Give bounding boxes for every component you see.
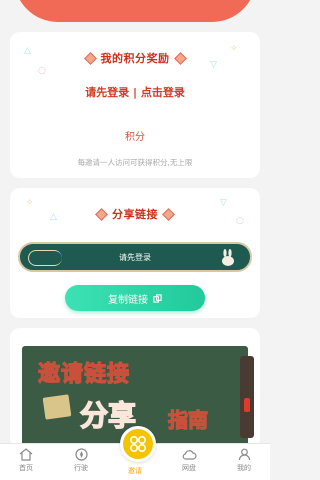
guide-heading: 邀请链接 <box>37 361 131 387</box>
copy-link-button[interactable]: 复制链接 <box>65 285 205 311</box>
login-prompt-text: 请先登录 <box>85 86 130 99</box>
tab-home-label: 首页 <box>19 464 33 472</box>
tab-mine-label: 我的 <box>237 464 251 472</box>
tab-home[interactable]: 首页 <box>6 448 46 473</box>
share-title: 分享链接 <box>10 206 260 222</box>
copy-link-label: 复制链接 <box>108 294 148 306</box>
tab-invite[interactable]: 邀请 <box>115 466 155 476</box>
diamond-icon <box>173 51 187 65</box>
bookmark-icon <box>244 398 250 412</box>
megaphone-icon <box>42 394 72 420</box>
cloud-icon <box>182 450 197 460</box>
copy-icon <box>153 293 162 303</box>
guide-guide-text: 指南 <box>167 407 208 432</box>
share-link-banner[interactable]: 请先登录 <box>18 242 252 272</box>
diamond-icon <box>162 207 175 221</box>
rewards-title: 我的积分奖励 <box>10 50 260 66</box>
points-hint: 每邀请一人访问可获得积分,无上限 <box>77 158 193 167</box>
book-spine <box>240 356 254 438</box>
invite-icon <box>130 436 147 453</box>
tab-invite-label: 邀请 <box>128 467 142 475</box>
share-card: ✧ △ ▽ ○ 分享链接 请先登录 复制链接 <box>10 188 260 318</box>
bottom-tab-bar: 首页 行驶 邀请 网盘 我的 <box>0 426 270 480</box>
login-separator: | <box>129 86 141 99</box>
tab-cloud-label: 网盘 <box>182 464 196 472</box>
login-prompt: 请先登录 | 点击登录 <box>10 84 260 100</box>
points-label: 积分 <box>125 132 145 143</box>
tab-drive-label: 行驶 <box>74 464 88 472</box>
header-arc <box>0 0 270 24</box>
rabbit-icon <box>222 249 234 266</box>
cloud-wave-icon <box>28 250 62 266</box>
tab-cloud[interactable]: 网盘 <box>169 448 209 473</box>
tab-mine[interactable]: 我的 <box>224 448 264 473</box>
share-link-text: 请先登录 <box>119 252 151 262</box>
diamond-icon <box>83 51 97 65</box>
rewards-card: △ ✧ ▽ ○ 我的积分奖励 请先登录 | 点击登录 积分 每邀请一人访问可获得… <box>10 32 260 178</box>
tab-drive[interactable]: 行驶 <box>61 448 101 473</box>
compass-icon <box>74 448 88 461</box>
user-icon <box>238 448 250 461</box>
tab-invite-button[interactable] <box>120 426 156 462</box>
home-icon <box>19 448 33 461</box>
diamond-icon <box>95 207 108 221</box>
decor-circle-icon: ○ <box>38 66 46 76</box>
click-login-link[interactable]: 点击登录 <box>141 86 185 99</box>
